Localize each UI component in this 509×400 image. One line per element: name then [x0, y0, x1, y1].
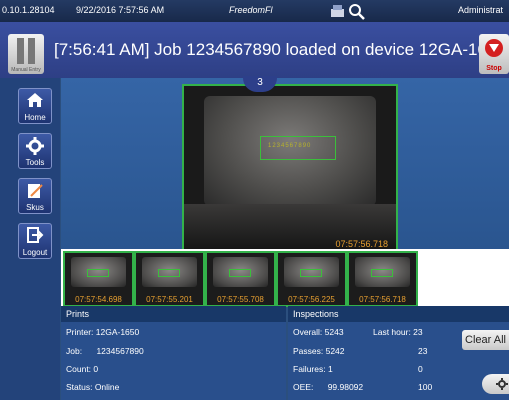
manual-entry-button[interactable]: Manual Entry [8, 34, 44, 74]
prints-panel: Prints Printer: 12GA-1650 Job: 123456789… [61, 306, 286, 400]
oee-value: 99.98092 [327, 382, 364, 392]
clear-all-button[interactable]: Clear All [462, 330, 509, 350]
printer-name: Printer: 12GA-1650 [66, 327, 140, 337]
prints-header: Prints [61, 306, 286, 322]
overall-count: Overall: 5243 [293, 327, 344, 337]
thumbnail-roi [87, 269, 109, 277]
failures-count: Failures: 1 [293, 364, 333, 374]
oee-hour: 100 [418, 382, 433, 392]
inspections-header: Inspections [288, 306, 509, 322]
stop-button[interactable]: Stop [479, 34, 509, 74]
thumbnail-roi [158, 269, 180, 277]
job-label: Job: [66, 346, 83, 356]
passes-count: Passes: 5242 [293, 346, 345, 356]
job-row: Job: 1234567890 [66, 346, 144, 356]
job-message: [7:56:41 AM] Job 1234567890 loaded on de… [54, 40, 506, 59]
job-value: 1234567890 [96, 346, 144, 356]
message-bar: Manual Entry [7:56:41 AM] Job 1234567890… [0, 22, 509, 78]
user-name[interactable]: Administrat [458, 5, 503, 15]
date-time: 9/22/2016 7:57:56 AM [76, 5, 165, 15]
stop-icon [485, 39, 503, 57]
home-icon [27, 93, 43, 107]
thumbnail[interactable]: 07:57:55.201 [134, 251, 205, 307]
thumbnail-roi [229, 269, 251, 277]
camera-timestamp: 07:57:56.718 [335, 239, 388, 249]
top-status-bar: 0.10.1.28104 9/22/2016 7:57:56 AM Freedo… [0, 0, 509, 22]
manual-entry-label: Manual Entry [11, 67, 41, 73]
thumbnail-roi [300, 269, 322, 277]
side-nav: Home Tools Skus Logout [0, 78, 60, 400]
thumbnail-timestamp: 07:57:54.698 [75, 295, 122, 304]
passes-hour: 23 [418, 346, 428, 356]
nav-skus-label: Skus [26, 203, 44, 212]
thumbnail-timestamp: 07:57:55.708 [217, 295, 264, 304]
nav-logout-label: Logout [22, 248, 48, 257]
thumbnail-timestamp: 07:57:56.718 [359, 295, 406, 304]
inspections-title: Inspections [293, 309, 339, 319]
gear-icon [26, 137, 44, 155]
settings-button[interactable] [482, 374, 509, 394]
nav-logout-button[interactable]: Logout [18, 223, 52, 259]
ocr-text: 1234567890 [268, 143, 312, 149]
oee-label: OEE: [293, 382, 314, 392]
camera-view[interactable]: 1234567890 07:57:56.718 [182, 84, 398, 252]
app-name: FreedomFl [229, 5, 273, 15]
status-icons [330, 2, 366, 22]
device-search-icon[interactable] [330, 2, 366, 20]
pause-icon-bar [28, 38, 35, 64]
gear-icon [496, 378, 508, 390]
stop-label: Stop [486, 65, 502, 72]
prints-title: Prints [66, 309, 90, 319]
nav-skus-button[interactable]: Skus [18, 178, 52, 214]
nav-tools-label: Tools [25, 158, 45, 167]
oee-row: OEE: 99.98092 [293, 382, 363, 392]
thumbnail-roi [371, 269, 393, 277]
nav-tools-button[interactable]: Tools [18, 133, 52, 169]
ip-address: 0.10.1.28104 [2, 5, 55, 15]
last-hour-label: Last hour: 23 [373, 327, 423, 337]
nav-home-button[interactable]: Home [18, 88, 52, 124]
nav-home-label: Home [24, 113, 46, 122]
inspections-panel: Inspections Overall: 5243 Last hour: 23 … [288, 306, 509, 400]
thumbnail[interactable]: 07:57:56.225 [276, 251, 347, 307]
printer-status: Status: Online [66, 382, 120, 392]
thumbnail-strip: 07:57:54.698 07:57:55.201 07:57:55.708 0… [61, 249, 509, 307]
document-edit-icon [28, 184, 43, 198]
logout-icon [27, 227, 44, 243]
thumbnail[interactable]: 07:57:56.718 [347, 251, 418, 307]
pause-icon [17, 38, 24, 64]
thumbnail[interactable]: 07:57:55.708 [205, 251, 276, 307]
thumbnail-timestamp: 07:57:56.225 [288, 295, 335, 304]
thumbnail[interactable]: 07:57:54.698 [63, 251, 134, 307]
failures-hour: 0 [418, 364, 423, 374]
thumbnail-timestamp: 07:57:55.201 [146, 295, 193, 304]
print-count: Count: 0 [66, 364, 99, 374]
